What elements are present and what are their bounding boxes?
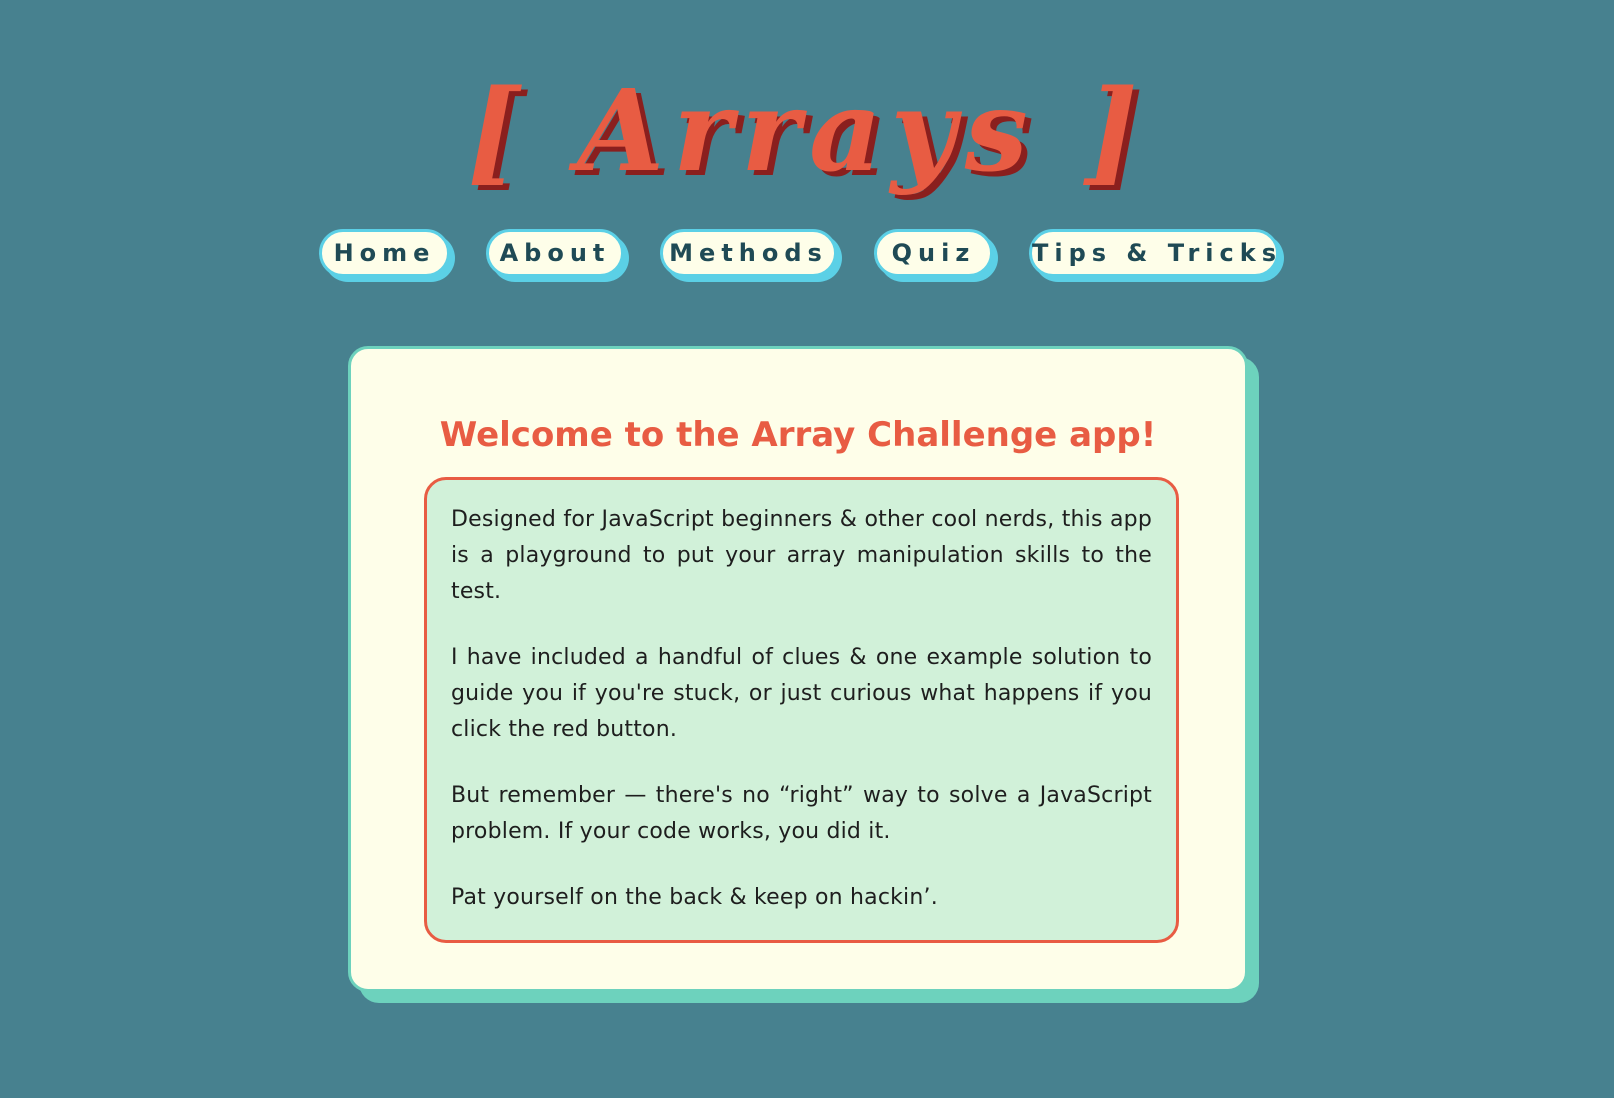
nav-methods-button[interactable]: Methods [660, 229, 837, 277]
site-logo: [ Arrays ] [467, 66, 1147, 197]
nav-home-button[interactable]: Home [319, 229, 450, 277]
intro-paragraph: Designed for JavaScript beginners & othe… [451, 507, 1152, 604]
intro-paragraph: Pat yourself on the back & keep on hacki… [451, 885, 938, 910]
nav-quiz-button[interactable]: Quiz [874, 229, 993, 277]
nav-tips-tricks-button[interactable]: Tips & Tricks [1029, 229, 1279, 277]
intro-box: Designed for JavaScript beginners & othe… [424, 477, 1179, 943]
intro-paragraph: I have included a handful of clues & one… [451, 645, 1152, 742]
welcome-card: Welcome to the Array Challenge app! Desi… [348, 346, 1248, 992]
main-nav: Home About Methods Quiz Tips & Tricks [0, 229, 1614, 283]
nav-about-button[interactable]: About [486, 229, 624, 277]
page-title: Welcome to the Array Challenge app! [439, 414, 1157, 455]
intro-paragraph: But remember — there's no “right” way to… [451, 783, 1152, 844]
